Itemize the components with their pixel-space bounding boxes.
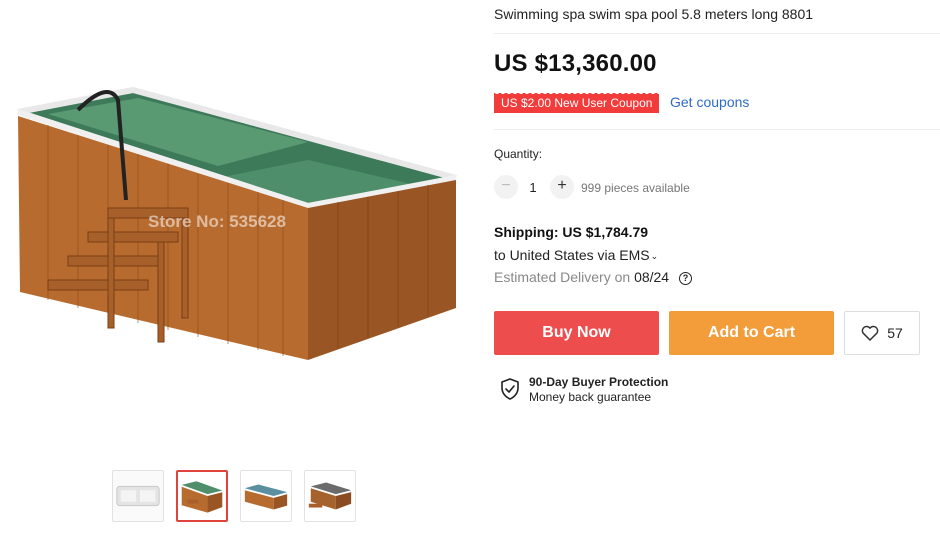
stock-available-text: 999 pieces available <box>581 181 690 195</box>
estimated-delivery: Estimated Delivery on 08/24 ? <box>494 269 692 286</box>
delivery-date: 08/24 <box>634 269 670 285</box>
thumbnail-3[interactable] <box>240 470 292 522</box>
watermark-text: Store No: 535628 <box>148 212 286 231</box>
quantity-decrease-button[interactable]: − <box>494 175 518 199</box>
quantity-increase-button[interactable]: + <box>550 175 574 199</box>
buyer-protection-title: 90-Day Buyer Protection <box>529 375 669 389</box>
wishlist-button[interactable]: 57 <box>844 311 920 355</box>
help-icon[interactable]: ? <box>679 272 692 285</box>
thumbnail-strip <box>112 470 356 522</box>
new-user-coupon-badge: US $2.00 New User Coupon <box>494 91 660 115</box>
shield-check-icon <box>501 378 519 400</box>
divider <box>494 33 940 34</box>
main-product-image[interactable]: Store No: 535628 <box>8 80 463 380</box>
delivery-label: Estimated Delivery on <box>494 269 631 285</box>
buy-now-button[interactable]: Buy Now <box>494 311 659 355</box>
shipping-cost: Shipping: US $1,784.79 <box>494 224 649 240</box>
product-title: Swimming spa swim spa pool 5.8 meters lo… <box>494 6 814 22</box>
shipping-destination-selector[interactable]: to United States via EMS⌄ <box>494 247 658 263</box>
shipping-destination-text: to United States via EMS <box>494 247 650 263</box>
product-price: US $13,360.00 <box>494 50 657 77</box>
thumbnail-2[interactable] <box>176 470 228 522</box>
thumbnail-1[interactable] <box>112 470 164 522</box>
product-gallery: Store No: 535628 <box>0 0 470 534</box>
heart-icon <box>861 325 879 341</box>
thumbnail-4[interactable] <box>304 470 356 522</box>
add-to-cart-button[interactable]: Add to Cart <box>669 311 834 355</box>
buyer-protection-subtitle: Money back guarantee <box>529 390 652 404</box>
quantity-value[interactable]: 1 <box>526 180 540 195</box>
get-coupons-link[interactable]: Get coupons <box>670 94 749 110</box>
chevron-down-icon: ⌄ <box>650 251 659 261</box>
wishlist-count: 57 <box>887 325 903 341</box>
divider <box>494 129 940 130</box>
quantity-label: Quantity: <box>494 147 543 161</box>
